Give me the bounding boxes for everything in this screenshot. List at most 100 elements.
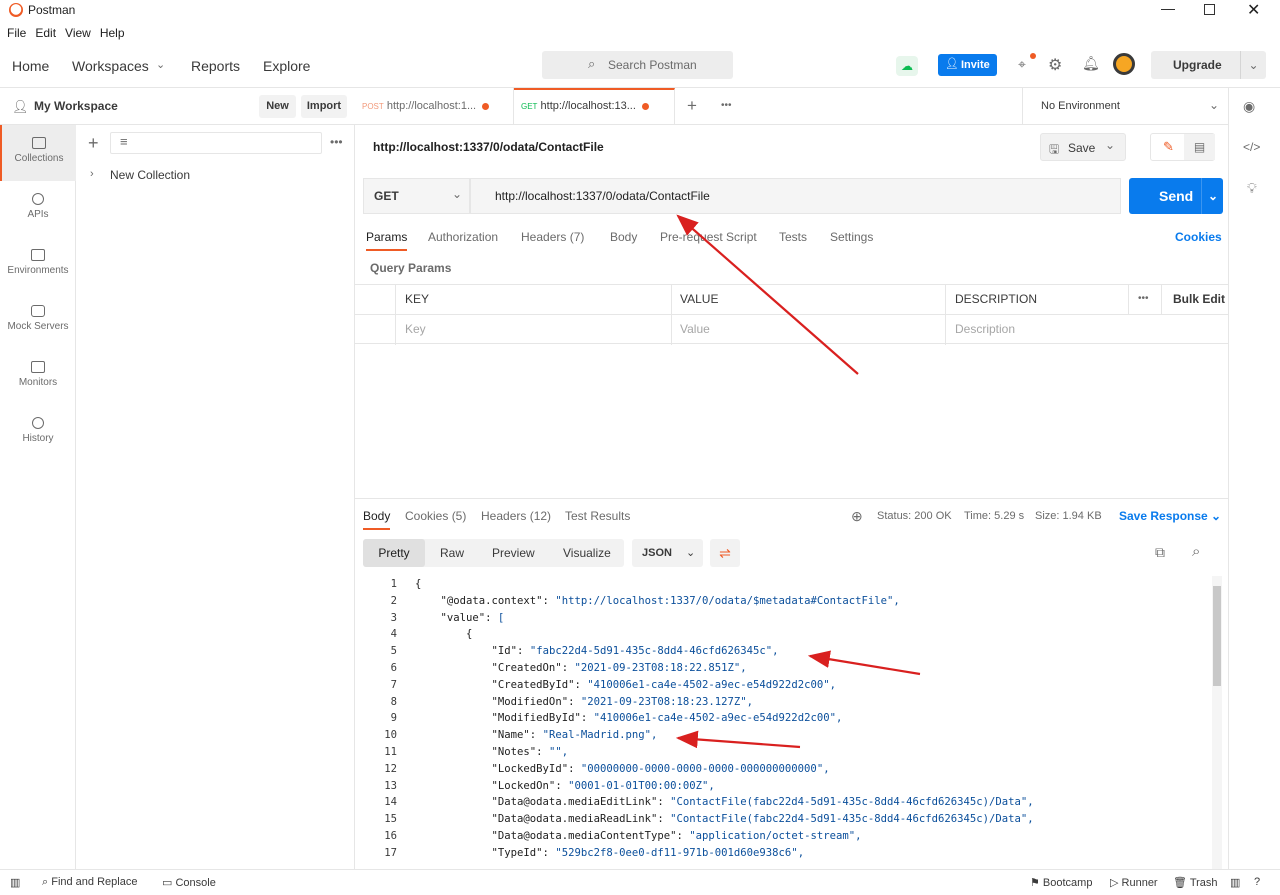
bootcamp-button[interactable]: ⚑ Bootcamp [1030,876,1092,889]
new-button[interactable]: New [259,95,296,118]
url-input[interactable]: http://localhost:1337/0/odata/ContactFil… [470,178,1121,214]
response-body-code[interactable]: 1 {2 "@odata.context": "http://localhost:… [355,576,1212,869]
menu-view[interactable]: View [65,26,91,40]
more-options-icon[interactable]: ••• [330,135,343,149]
search-input[interactable]: Search Postman [542,51,733,79]
scrollbar[interactable] [1212,576,1222,869]
sidebar-item-mock-servers[interactable]: Mock Servers [0,293,76,345]
sidebar-item-collections[interactable]: Collections [0,125,76,181]
description-input[interactable]: Description [955,322,1015,336]
code-line: "@odata.context": "http://localhost:1337… [415,594,900,607]
size-text[interactable]: Size: 1.94 KB [1035,510,1102,522]
chevron-down-icon[interactable]: ⌄ [1201,178,1218,214]
close-icon[interactable]: ✕ [1247,0,1260,20]
line-number: 15 [384,813,397,826]
tab-get-request[interactable]: GET http://localhost:13... [514,88,675,125]
copy-icon[interactable]: ⧉ [1155,544,1165,561]
collection-item[interactable]: New Collection [110,168,190,182]
send-button[interactable]: Send ⌄ [1129,178,1223,214]
globe-icon[interactable]: ⊕ [851,508,863,525]
gear-icon[interactable]: ⚙ [1048,55,1062,75]
sidebar-item-monitors[interactable]: Monitors [0,349,76,401]
tab-body[interactable]: Body [610,230,637,244]
runner-button[interactable]: ▷ Runner [1110,876,1158,889]
response-tab-cookies[interactable]: Cookies (5) [405,509,466,523]
menu-file[interactable]: File [7,26,26,40]
bootcamp-label: Bootcamp [1042,877,1093,889]
scrollbar-thumb[interactable] [1213,586,1221,686]
wrap-lines-icon[interactable]: ⇌ [710,539,740,567]
sidebar-item-apis[interactable]: APIs [0,181,76,233]
code-line: "Data@odata.mediaContentType": "applicat… [415,830,862,842]
sidebar-item-history[interactable]: History [0,405,76,457]
cookies-link[interactable]: Cookies [1175,230,1222,244]
add-tab-icon[interactable]: + [687,96,697,116]
status-text[interactable]: Status: 200 OK [877,510,952,522]
tab-settings[interactable]: Settings [830,230,873,244]
environment-selector[interactable]: No Environment ⌄ [1022,88,1228,125]
method-select[interactable]: GET ⌄ [363,178,470,214]
nav-explore[interactable]: Explore [263,58,310,74]
trash-button[interactable]: 🗑︎ Trash [1173,876,1218,889]
value-input[interactable]: Value [680,322,710,336]
two-pane-icon[interactable]: ▥ [1230,876,1240,889]
nav-home[interactable]: Home [12,58,49,74]
tab-post-request[interactable]: POST http://localhost:1... [355,88,514,125]
bulk-edit-button[interactable]: Bulk Edit [1173,292,1225,306]
chevron-right-icon[interactable]: › [90,168,94,180]
sidebar-item-environments[interactable]: Environments [0,237,76,289]
format-select[interactable]: JSON ⌄ [632,539,703,567]
pencil-icon[interactable]: ✎ [1163,139,1174,155]
view-visualize[interactable]: Visualize [563,546,611,560]
tab-tests[interactable]: Tests [779,230,807,244]
filter-input[interactable] [110,132,322,154]
nav-workspaces[interactable]: Workspaces [72,58,149,74]
send-label: Send [1159,188,1194,204]
find-replace-button[interactable]: ⌕ Find and Replace [42,876,137,889]
tab-more-icon[interactable]: ••• [721,100,732,111]
view-mode-toggle[interactable]: ✎ ▤ [1150,133,1215,161]
tab-headers[interactable]: Headers (7) [521,230,584,244]
time-text[interactable]: Time: 5.29 s [964,510,1024,522]
request-title[interactable]: http://localhost:1337/0/odata/ContactFil… [373,140,604,154]
key-input[interactable]: Key [405,322,426,336]
search-icon[interactable]: ⌕ [1192,543,1200,560]
lightbulb-icon[interactable]: 💡︎ [1247,180,1257,197]
help-icon[interactable]: ? [1254,876,1260,888]
sync-cloud-icon[interactable]: ☁ [896,56,918,76]
workspaces-chevron-down-icon[interactable]: ⌄ [156,58,165,71]
satellite-icon[interactable]: ⌖ [1018,56,1026,73]
eye-icon[interactable]: ◉ [1243,98,1255,115]
view-preview[interactable]: Preview [492,546,535,560]
save-button[interactable]: 🖫 Save ⌄ [1040,133,1126,161]
nav-reports[interactable]: Reports [191,58,240,74]
maximize-icon[interactable] [1204,4,1215,15]
comment-icon[interactable]: ▤ [1184,134,1215,160]
minimize-icon[interactable]: — [1161,0,1175,16]
add-collection-icon[interactable]: + [88,133,99,154]
menu-help[interactable]: Help [100,26,125,40]
upgrade-chevron-down-icon[interactable]: ⌄ [1240,51,1266,79]
sidebar-toggle-icon[interactable]: ▥ [10,876,20,889]
filter-icon: ≡ [120,134,128,149]
tab-pre-request-script[interactable]: Pre-request Script [660,230,757,244]
avatar[interactable] [1113,53,1135,75]
console-button[interactable]: ▭ Console [162,876,216,889]
import-button[interactable]: Import [301,95,347,118]
save-response-button[interactable]: Save Response ⌄ [1119,509,1221,523]
code-icon[interactable]: </> [1243,140,1260,154]
tab-authorization[interactable]: Authorization [428,230,498,244]
tab-params[interactable]: Params [366,230,408,251]
view-raw[interactable]: Raw [440,546,464,560]
more-options-icon[interactable]: ••• [1138,293,1149,304]
response-tab-headers[interactable]: Headers (12) [481,509,551,523]
code-line: "ModifiedById": "410006e1-ca4e-4502-a9ec… [415,712,843,725]
response-tab-body[interactable]: Body [363,509,391,530]
view-pretty[interactable]: Pretty [363,539,425,567]
menu-edit[interactable]: Edit [35,26,56,40]
workspace-name[interactable]: My Workspace [34,99,118,113]
line-number: 3 [390,611,397,624]
bell-icon[interactable]: 🔔︎ [1082,55,1100,72]
response-tab-test-results[interactable]: Test Results [565,509,630,523]
chevron-down-icon: ⌄ [1105,138,1116,152]
